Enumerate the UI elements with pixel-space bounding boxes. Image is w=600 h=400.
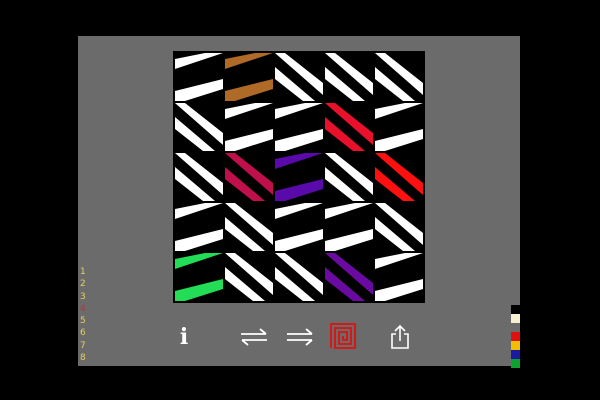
level-number[interactable]: 6 bbox=[80, 327, 92, 339]
board-tile[interactable] bbox=[175, 153, 223, 201]
board-tile[interactable] bbox=[275, 253, 323, 301]
forward-button[interactable] bbox=[285, 327, 315, 347]
color-swatch[interactable] bbox=[511, 341, 520, 350]
board-tile[interactable] bbox=[375, 53, 423, 101]
board-tile[interactable] bbox=[325, 253, 373, 301]
board-tile[interactable] bbox=[175, 253, 223, 301]
color-swatch[interactable] bbox=[511, 350, 520, 359]
share-button[interactable] bbox=[389, 324, 411, 350]
double-right-arrow-icon bbox=[287, 328, 313, 346]
level-number[interactable]: 2 bbox=[80, 278, 92, 290]
level-number[interactable]: 4 bbox=[80, 303, 92, 315]
board-tile[interactable] bbox=[375, 153, 423, 201]
board-tile[interactable] bbox=[175, 203, 223, 251]
swap-arrows-icon bbox=[241, 328, 267, 346]
color-swatch[interactable] bbox=[511, 359, 520, 368]
info-button[interactable]: i bbox=[176, 324, 192, 350]
board-tile[interactable] bbox=[175, 103, 223, 151]
color-swatch[interactable] bbox=[511, 323, 520, 332]
board-tile[interactable] bbox=[325, 203, 373, 251]
board-tile[interactable] bbox=[275, 53, 323, 101]
color-palette bbox=[511, 305, 520, 368]
level-number[interactable]: 8 bbox=[80, 352, 92, 364]
board-tile[interactable] bbox=[375, 203, 423, 251]
level-number[interactable]: 5 bbox=[80, 315, 92, 327]
board-tile[interactable] bbox=[275, 103, 323, 151]
board-tile[interactable] bbox=[325, 103, 373, 151]
puzzle-board bbox=[173, 51, 425, 303]
level-number[interactable]: 7 bbox=[80, 340, 92, 352]
board-tile[interactable] bbox=[225, 203, 273, 251]
swap-button[interactable] bbox=[239, 327, 269, 347]
board-tile[interactable] bbox=[225, 103, 273, 151]
level-number[interactable]: 3 bbox=[80, 291, 92, 303]
board-tile[interactable] bbox=[275, 153, 323, 201]
board-tile[interactable] bbox=[225, 53, 273, 101]
spiral-icon bbox=[330, 323, 356, 349]
board-tile[interactable] bbox=[375, 103, 423, 151]
color-swatch[interactable] bbox=[511, 314, 520, 323]
info-label: i bbox=[179, 324, 189, 350]
board-tile[interactable] bbox=[275, 203, 323, 251]
board-tile[interactable] bbox=[225, 153, 273, 201]
board-tile[interactable] bbox=[325, 53, 373, 101]
level-selector: 12345678 bbox=[80, 266, 92, 364]
share-icon bbox=[391, 324, 409, 349]
level-number[interactable]: 1 bbox=[80, 266, 92, 278]
board-tile[interactable] bbox=[325, 153, 373, 201]
color-swatch[interactable] bbox=[511, 332, 520, 341]
board-tile[interactable] bbox=[375, 253, 423, 301]
board-tile[interactable] bbox=[225, 253, 273, 301]
color-swatch[interactable] bbox=[511, 305, 520, 314]
board-tile[interactable] bbox=[175, 53, 223, 101]
spiral-button[interactable] bbox=[329, 322, 357, 350]
